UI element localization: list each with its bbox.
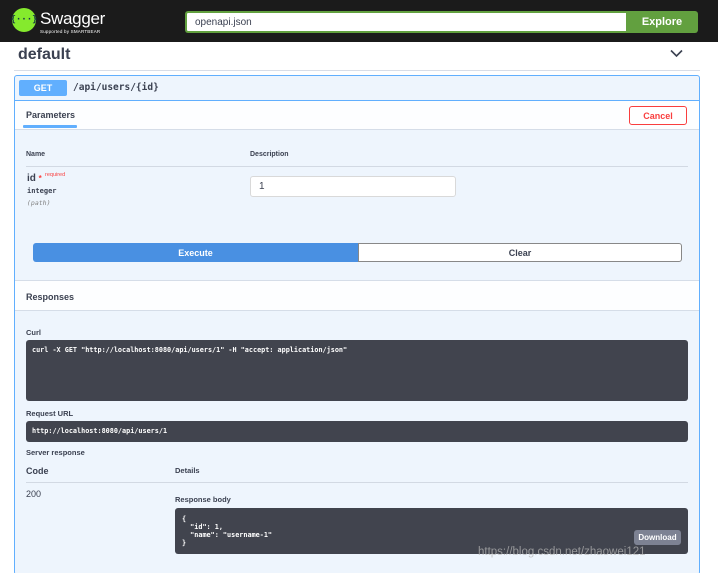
responses-title: Responses (26, 292, 75, 302)
param-location: (path) (27, 199, 51, 207)
spec-url-input[interactable] (185, 11, 626, 33)
param-name-text: id (27, 173, 36, 184)
param-id-input[interactable] (250, 176, 456, 197)
request-url[interactable]: http://localhost:8080/api/users/1 (26, 421, 688, 442)
tag-divider (14, 70, 700, 71)
column-description-header: Description (250, 151, 289, 158)
request-url-label: Request URL (26, 409, 74, 418)
curl-label: Curl (26, 328, 41, 337)
details-column-header: Details (175, 466, 200, 475)
responses-header: Responses (15, 280, 699, 311)
method-badge[interactable]: GET (19, 80, 67, 96)
tag-title[interactable]: default (18, 46, 70, 64)
topbar: {···} Swagger Supported by SMARTBEAR Exp… (0, 0, 718, 42)
watermark: https://blog.csdn.net/zhaowei121 (478, 546, 646, 558)
param-name: id * (27, 173, 42, 184)
execute-button[interactable]: Execute (33, 243, 358, 262)
param-required-label: required (45, 172, 66, 178)
response-table-divider (26, 482, 688, 483)
chevron-down-icon[interactable] (670, 49, 683, 58)
status-code: 200 (26, 489, 42, 499)
operation-block: GET /api/users/{id} Parameters Cancel Na… (14, 75, 700, 573)
tab-parameters[interactable]: Parameters (26, 110, 75, 120)
column-name-header: Name (26, 151, 46, 158)
operation-path[interactable]: /api/users/{id} (73, 82, 159, 93)
response-body-label: Response body (175, 495, 231, 504)
explore-button[interactable]: Explore (626, 11, 698, 33)
parameters-header: Parameters Cancel (15, 101, 699, 130)
brand-subtitle: Supported by SMARTBEAR (40, 29, 101, 34)
param-type: integer (27, 187, 57, 195)
curl-command[interactable]: curl -X GET "http://localhost:8080/api/u… (26, 340, 688, 401)
clear-button[interactable]: Clear (358, 243, 682, 262)
swagger-logo-icon: {···} (10, 8, 38, 32)
brand-title: Swagger (40, 9, 105, 28)
columns-divider (26, 166, 688, 167)
cancel-button[interactable]: Cancel (629, 106, 687, 125)
download-button[interactable]: Download (634, 530, 681, 545)
required-star: * (38, 174, 42, 183)
server-response-label: Server response (26, 448, 85, 457)
code-column-header: Code (26, 466, 49, 476)
tab-underline (23, 125, 77, 128)
